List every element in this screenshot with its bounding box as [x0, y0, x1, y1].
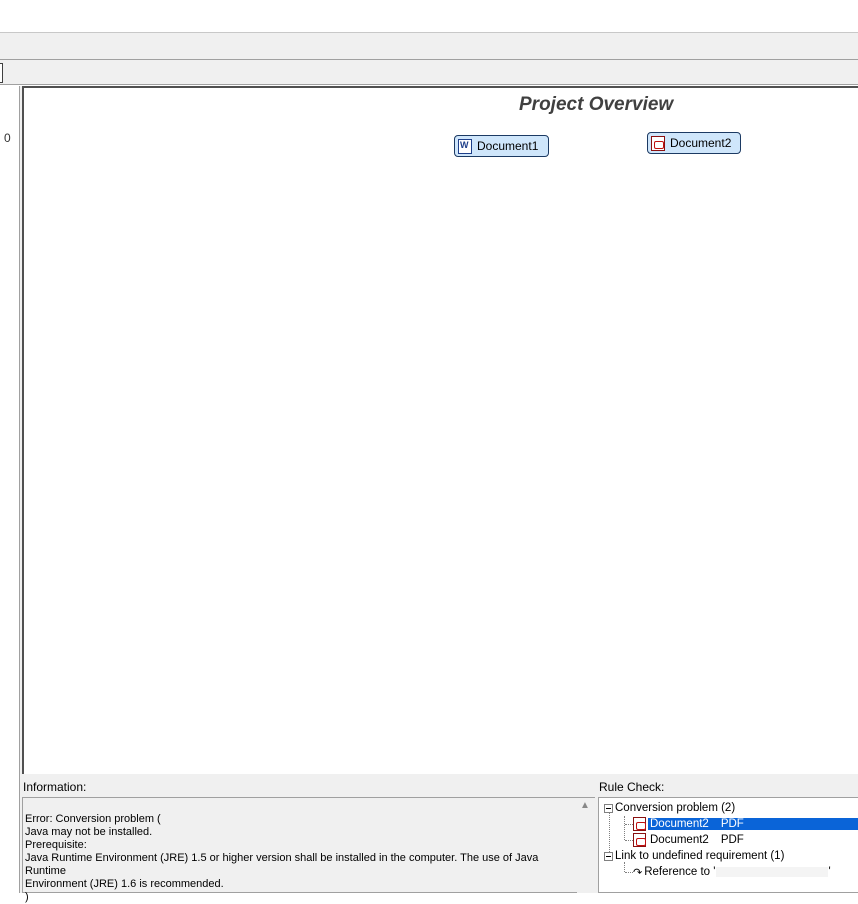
information-label: Information: [23, 780, 87, 794]
info-line: Error: Conversion problem ( [25, 813, 161, 825]
left-panel [0, 86, 20, 893]
tree-item-type: PDF [720, 818, 744, 830]
collapse-icon[interactable] [604, 803, 613, 813]
word-doc-icon [458, 138, 472, 154]
pdf-doc-icon [651, 135, 665, 151]
tab-stub[interactable] [0, 63, 3, 83]
tab-strip [0, 60, 858, 85]
tree-connector [624, 816, 625, 840]
diagram-title: Project Overview [519, 94, 674, 115]
collapse-icon[interactable] [604, 851, 613, 861]
rule-check-label: Rule Check: [599, 780, 665, 794]
tree-item[interactable]: Document2 PDF [633, 832, 744, 848]
info-line: Environment (JRE) 1.6 is recommended. [25, 878, 224, 890]
ribbon-bar [0, 33, 858, 60]
tree-item-selected: Document2 PDF [648, 818, 858, 830]
tree-group-label: Link to undefined requirement (1) [615, 850, 785, 862]
tree-group-link[interactable]: Link to undefined requirement (1) [604, 848, 784, 864]
node-label: Document1 [477, 139, 539, 153]
information-text: Error: Conversion problem ( Java may not… [25, 813, 575, 904]
tree-item-name: Document2 [650, 834, 709, 846]
tree-item-suffix: ' [828, 866, 831, 878]
pdf-doc-icon [633, 833, 646, 847]
left-panel-value: 0 [4, 131, 11, 145]
link-arrow-icon: ↷ [633, 866, 643, 879]
pdf-doc-icon [633, 817, 646, 831]
document2-node[interactable]: Document2 [647, 132, 741, 154]
scroll-up-icon[interactable]: ▲ [580, 800, 590, 811]
document1-node[interactable]: Document1 [454, 135, 549, 157]
tree-connector [625, 840, 633, 841]
info-line: Java may not be installed. [25, 826, 153, 838]
info-line: Java Runtime Environment (JRE) 1.5 or hi… [25, 852, 539, 877]
tree-item-type: PDF [720, 834, 744, 846]
toolbar [0, 0, 858, 33]
info-line: Prerequisite: [25, 839, 87, 851]
information-scrollbar[interactable] [577, 798, 595, 893]
tree-item-text: Reference to ' [644, 866, 716, 878]
redacted-text [716, 867, 829, 877]
diagram-canvas[interactable] [22, 86, 858, 774]
tree-item[interactable]: Document2 PDF [633, 816, 858, 832]
tree-connector [625, 824, 633, 825]
tree-item[interactable]: ↷ Reference to ' ' [633, 864, 831, 880]
tree-item-name: Document2 [650, 818, 709, 830]
tree-group-conversion[interactable]: Conversion problem (2) [604, 800, 735, 816]
tree-connector [625, 872, 633, 873]
tree-group-label: Conversion problem (2) [615, 802, 736, 814]
node-label: Document2 [670, 136, 732, 150]
